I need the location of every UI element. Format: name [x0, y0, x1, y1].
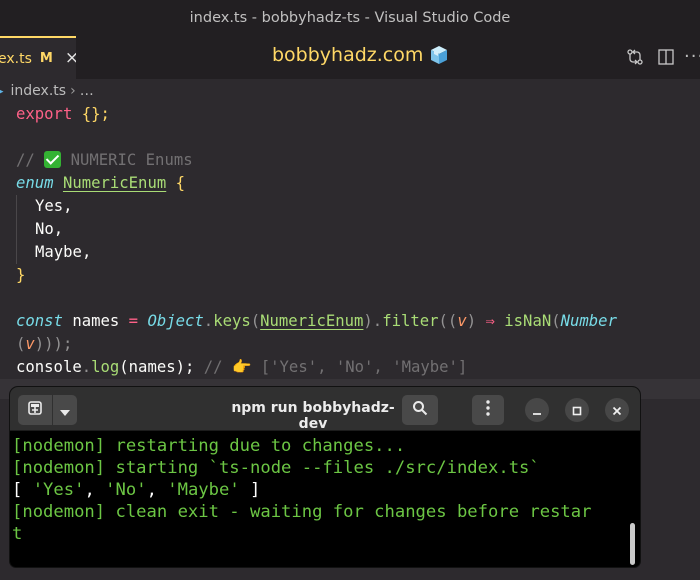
breadcrumb: ▸ index.ts › … [0, 81, 94, 101]
comment-slashes: // [203, 358, 223, 376]
keyword-export: export [16, 105, 73, 123]
number-ref: Number [560, 312, 617, 330]
terminal-output[interactable]: [nodemon] restarting due to changes... [… [12, 435, 632, 545]
keys-call: keys [213, 312, 251, 330]
minimize-icon [532, 401, 542, 420]
menu-button[interactable] [472, 395, 504, 425]
param-v: v [25, 335, 35, 353]
paren: ) [466, 312, 477, 330]
paren: ). [363, 312, 383, 330]
kebab-menu-icon [486, 400, 490, 420]
close-icon [612, 401, 622, 420]
export-braces: {}; [81, 105, 110, 123]
comment-result: ['Yes', 'No', 'Maybe'] [260, 358, 468, 376]
window-title: index.ts - bobbyhadz-ts - Visual Studio … [189, 10, 511, 26]
code-line-7: Maybe, [16, 241, 700, 264]
paren: ( [16, 335, 26, 353]
code-line-3: // NUMERIC Enums [16, 149, 700, 172]
search-button[interactable] [402, 395, 438, 425]
tab-menu-button[interactable] [53, 395, 77, 425]
enum-name: NumericEnum [62, 174, 167, 192]
var-names: names [62, 312, 129, 330]
log-call: log [91, 358, 120, 376]
breadcrumb-separator: › [70, 83, 76, 99]
console-ref: console [16, 358, 82, 376]
maximize-button[interactable] [565, 398, 589, 422]
terminal-line: [nodemon] clean exit - waiting for chang… [12, 502, 592, 522]
minimize-button[interactable] [525, 398, 549, 422]
close-window-button[interactable] [605, 398, 629, 422]
search-icon [412, 400, 428, 420]
code-line-12: console.log(names); // 👉 ['Yes', 'No', '… [16, 356, 700, 379]
keyword-const: const [16, 312, 63, 330]
keyword-enum: enum [16, 174, 54, 192]
open-brace: { [175, 174, 186, 192]
modified-indicator: M [39, 51, 53, 66]
log-args: (names); [119, 358, 195, 376]
keys-arg: NumericEnum [260, 312, 364, 330]
check-mark-icon [44, 151, 62, 168]
enum-member-no: No, [35, 220, 64, 238]
terminal-line: [nodemon] starting `ts-node --files ./sr… [12, 458, 540, 478]
comment-slashes: // [16, 151, 35, 169]
split-editor-icon[interactable] [657, 48, 675, 70]
comment-text: NUMERIC Enums [70, 151, 193, 169]
paren: ( [250, 312, 261, 330]
code-line-1: export {}; [16, 103, 700, 126]
typescript-file-icon: ▸ [0, 83, 4, 99]
enum-member-maybe: Maybe, [35, 243, 92, 261]
terminal-title: npm run bobbyhadz-dev [231, 400, 395, 432]
code-line-8: } [16, 264, 700, 287]
tab-label: ex.ts [0, 50, 32, 67]
param-v: v [457, 312, 467, 330]
compare-changes-icon[interactable] [626, 48, 644, 70]
code-line-6: No, [16, 218, 700, 241]
dot: . [203, 312, 214, 330]
code-line-10: const names = Object.keys(NumericEnum).f… [16, 310, 700, 333]
window-title-bar: index.ts - bobbyhadz-ts - Visual Studio … [0, 0, 700, 36]
tab-index-ts[interactable]: ex.ts M × [0, 36, 76, 79]
chevron-down-icon [60, 401, 70, 420]
banner-text: bobbyhadz.com [272, 44, 424, 66]
dot: . [81, 358, 92, 376]
pointing-hand-icon: 👉 [231, 358, 252, 376]
enum-member-yes: Yes, [35, 197, 73, 215]
object-ref: Object [147, 312, 204, 330]
terminal-scrollbar[interactable] [630, 523, 635, 565]
breadcrumb-file[interactable]: index.ts [11, 83, 67, 99]
terminal-line: [ 'Yes', 'No', 'Maybe' ] [12, 480, 261, 500]
site-banner: bobbyhadz.com [272, 44, 449, 66]
isnan-call: isNaN [504, 312, 552, 330]
arrow-op: ⇒ [485, 312, 495, 330]
terminal-window: npm run bobbyhadz-dev [nodemon] restarti… [10, 387, 640, 567]
new-tab-button[interactable] [18, 395, 52, 425]
maximize-icon [572, 401, 582, 420]
paren: ( [551, 312, 561, 330]
paren: ))); [34, 335, 73, 353]
code-line-4: enum NumericEnum { [16, 172, 700, 195]
ice-cube-icon [429, 45, 449, 65]
assign-op: = [128, 312, 139, 330]
terminal-header: npm run bobbyhadz-dev [10, 387, 640, 432]
code-line-11: (v))); [16, 333, 700, 356]
terminal-line: t [12, 524, 23, 544]
new-tab-icon [27, 400, 43, 420]
close-icon[interactable]: × [65, 50, 76, 67]
close-brace: } [16, 266, 26, 284]
more-actions-icon[interactable]: ··· [684, 46, 700, 67]
breadcrumb-more[interactable]: … [80, 83, 94, 99]
code-line-5: Yes, [16, 195, 700, 218]
filter-call: filter [382, 312, 439, 330]
code-editor[interactable]: export {}; // NUMERIC Enums enum Numeric… [16, 103, 700, 379]
paren: (( [438, 312, 458, 330]
terminal-line: [nodemon] restarting due to changes... [12, 436, 406, 456]
